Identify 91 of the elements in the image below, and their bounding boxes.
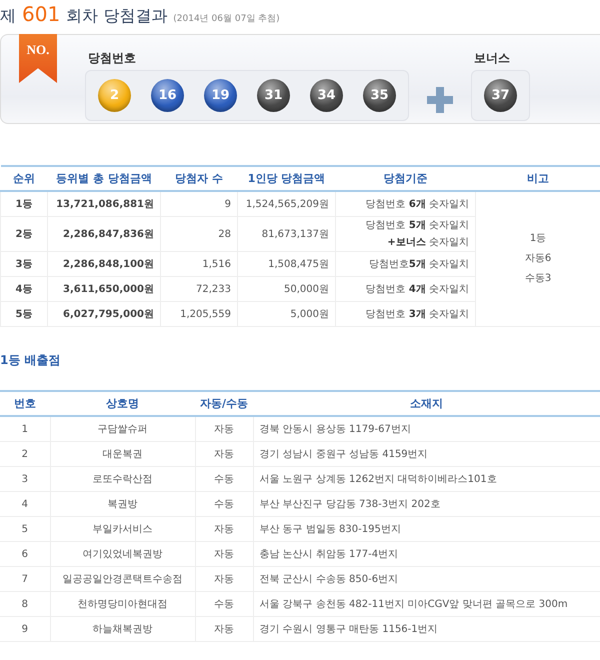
- criteria-text: 당첨번호 4개 숫자일치: [364, 282, 469, 296]
- table-cell: 서울 강북구 송천동 482-11번지 미아CGV앞 맞너편 골목으로 300m: [253, 592, 600, 616]
- table-cell: 8: [0, 592, 50, 616]
- column-header: 자동/수동: [195, 391, 253, 416]
- table-cell: 3: [0, 466, 50, 492]
- table-cell: 72,233: [160, 276, 238, 302]
- table-cell: 서울 노원구 상계동 1262번지 대덕하이베라스101호: [253, 466, 600, 492]
- table-cell: 2: [0, 442, 50, 466]
- plus-icon: [425, 85, 455, 115]
- table-cell: 복권방: [50, 492, 195, 516]
- table-cell: 자동: [195, 566, 253, 592]
- table-cell: 천하명당미아현대점: [50, 592, 195, 616]
- table-cell: 자동: [195, 542, 253, 566]
- table-cell: 1등: [0, 191, 48, 216]
- column-header: 순위: [0, 166, 48, 191]
- column-header: 당첨자 수: [160, 166, 238, 191]
- table-cell: 9: [160, 191, 238, 216]
- table-cell: 7: [0, 566, 50, 592]
- table-cell: 자동: [195, 442, 253, 466]
- number-ball: 16: [151, 79, 184, 112]
- table-cell: 9: [0, 616, 50, 642]
- table-cell: 로또수락산점: [50, 466, 195, 492]
- table-cell: 수동: [195, 466, 253, 492]
- bonus-label: 보너스: [474, 50, 511, 66]
- heading-prefix: 제: [0, 6, 16, 27]
- table-cell: 경북 안동시 용상동 1179-67번지: [253, 416, 600, 442]
- criteria-text: 당첨번호 3개 숫자일치: [364, 308, 469, 322]
- criteria-text: 당첨번호 5개 숫자일치: [364, 219, 469, 233]
- table-cell: 구담쌀슈퍼: [50, 416, 195, 442]
- table-cell: 5등: [0, 302, 48, 326]
- number-ball: 19: [204, 79, 237, 112]
- column-header: 당첨기준: [336, 166, 476, 191]
- table-cell: 3등: [0, 252, 48, 276]
- table-cell: 수동: [195, 492, 253, 516]
- note-text: 1등: [528, 232, 548, 246]
- table-cell: 2,286,847,836원: [48, 216, 160, 252]
- table-cell: 13,721,086,881원: [48, 191, 160, 216]
- table-cell: 전북 군산시 수송동 850-6번지: [253, 566, 600, 592]
- number-ball: 34: [310, 79, 343, 112]
- table-cell: 자동: [195, 516, 253, 542]
- column-header: 비고: [476, 166, 600, 191]
- table-cell: 자동: [195, 616, 253, 642]
- table-cell: 2,286,848,100원: [48, 252, 160, 276]
- table-cell: 하늘채복권방: [50, 616, 195, 642]
- table-cell: 50,000원: [238, 276, 336, 302]
- table-cell: 1: [0, 416, 50, 442]
- table-cell: 부산 동구 범일동 830-195번지: [253, 516, 600, 542]
- note-text: 수동3: [524, 272, 552, 286]
- table-cell: 부일카서비스: [50, 516, 195, 542]
- table-cell: 6,027,795,000원: [48, 302, 160, 326]
- table-cell: 자동: [195, 416, 253, 442]
- table-cell: 1,508,475원: [238, 252, 336, 276]
- table-cell: 수동: [195, 592, 253, 616]
- table-cell: 1,524,565,209원: [238, 191, 336, 216]
- criteria-text: +보너스 숫자일치: [386, 236, 469, 250]
- section-title: 1등 배출점: [0, 352, 62, 369]
- table-cell: 5,000원: [238, 302, 336, 326]
- table-cell: 5: [0, 516, 50, 542]
- criteria-text: 당첨번호5개 숫자일치: [368, 258, 469, 272]
- table-cell: 부산 부산진구 당감동 738-3번지 202호: [253, 492, 600, 516]
- table-cell: 대운복권: [50, 442, 195, 466]
- number-ball: 2: [98, 79, 131, 112]
- table-cell: 28: [160, 216, 238, 252]
- heading-title: 회차 당첨결과: [66, 6, 168, 27]
- table-cell: 4등: [0, 276, 48, 302]
- number-ball: 31: [257, 79, 290, 112]
- table-cell: 2등: [0, 216, 48, 252]
- column-header: 등위별 총 당첨금액: [48, 166, 160, 191]
- table-cell: 여기있었네복권방: [50, 542, 195, 566]
- table-cell: 6: [0, 542, 50, 566]
- table-cell: 3,611,650,000원: [48, 276, 160, 302]
- ribbon-badge: NO.: [19, 34, 57, 83]
- table-cell: 충남 논산시 취암동 177-4번지: [253, 542, 600, 566]
- column-header: 번호: [0, 391, 50, 416]
- column-header: 소재지: [253, 391, 600, 416]
- table-cell: 1,516: [160, 252, 238, 276]
- table-cell: 81,673,137원: [238, 216, 336, 252]
- column-header: 상호명: [50, 391, 195, 416]
- column-header: 1인당 당첨금액: [238, 166, 336, 191]
- draw-date: (2014년 06월 07일 추첨): [173, 13, 280, 25]
- number-ball: 35: [363, 79, 396, 112]
- number-ball: 37: [484, 79, 517, 112]
- numbers-label: 당첨번호: [88, 50, 137, 66]
- table-cell: 일공공일안경콘택트수송점: [50, 566, 195, 592]
- note-text: 자동6: [524, 252, 552, 266]
- table-cell: 경기 성남시 중원구 성남동 4159번지: [253, 442, 600, 466]
- table-cell: 경기 수원시 영통구 매탄동 1156-1번지: [253, 616, 600, 642]
- table-cell: 4: [0, 492, 50, 516]
- table-cell: 1,205,559: [160, 302, 238, 326]
- criteria-text: 당첨번호 6개 숫자일치: [364, 198, 469, 212]
- round-number: 601: [22, 2, 60, 26]
